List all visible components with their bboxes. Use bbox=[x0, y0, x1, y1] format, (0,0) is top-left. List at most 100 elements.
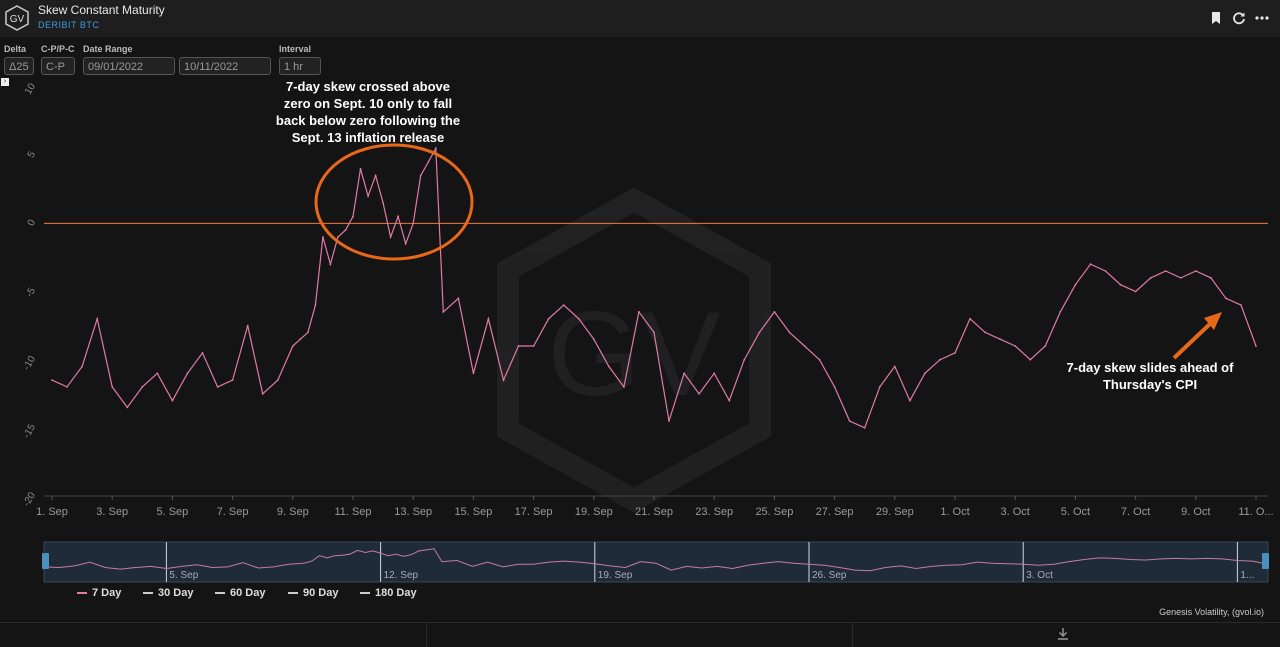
x-tick-label: 7. Oct bbox=[1121, 506, 1150, 518]
series-7-day-point bbox=[1194, 270, 1197, 272]
series-7-day-point bbox=[126, 406, 129, 409]
annotation-top-line-2: zero on Sept. 10 only to fall bbox=[284, 96, 452, 111]
series-7-day-point bbox=[547, 317, 550, 320]
series-7-day-point bbox=[291, 345, 294, 347]
legend-item-30-day[interactable]: 30 Day bbox=[143, 587, 193, 599]
x-tick-label: 1. Oct bbox=[940, 506, 969, 518]
series-7-day-point bbox=[878, 386, 881, 388]
series-7-day-point bbox=[261, 392, 264, 395]
watermark-text: GV bbox=[547, 287, 720, 421]
legend-swatch bbox=[77, 592, 87, 595]
legend-swatch bbox=[215, 592, 225, 595]
legend-item-180-day[interactable]: 180 Day bbox=[360, 587, 417, 599]
download-icon[interactable] bbox=[1056, 627, 1070, 644]
series-7-day-point bbox=[1044, 345, 1047, 347]
series-7-day-point bbox=[329, 263, 332, 266]
series-7-day-point bbox=[201, 352, 204, 354]
series-7-day-point bbox=[367, 195, 369, 198]
y-tick-label: -10 bbox=[21, 354, 38, 372]
navigator-tick-label: 19. Sep bbox=[598, 570, 633, 581]
x-tick-label: 5. Oct bbox=[1061, 506, 1090, 518]
x-tick-label: 21. Sep bbox=[635, 506, 673, 518]
series-7-day-point bbox=[954, 352, 956, 354]
series-7-day-point bbox=[638, 311, 640, 313]
x-tick-label: 5. Sep bbox=[156, 506, 188, 518]
series-7-day-point bbox=[141, 386, 144, 388]
series-7-day-point bbox=[397, 215, 399, 218]
series-7-day-point bbox=[382, 202, 384, 204]
series-7-day-point bbox=[1029, 358, 1032, 361]
legend-item-90-day[interactable]: 90 Day bbox=[288, 587, 338, 599]
navigator-tick-label: 3. Oct bbox=[1026, 570, 1053, 581]
series-7-day-point bbox=[434, 147, 437, 150]
series-7-day-point bbox=[51, 379, 53, 381]
series-7-day-point bbox=[322, 236, 324, 238]
series-7-day-point bbox=[1104, 270, 1107, 272]
legend-item-7-day[interactable]: 7 Day bbox=[77, 587, 121, 599]
x-tick-label: 13. Sep bbox=[394, 506, 432, 518]
series-7-day-point bbox=[66, 386, 68, 388]
series-7-day-point bbox=[81, 365, 83, 368]
legend-label: 180 Day bbox=[375, 587, 417, 599]
navigator-window[interactable] bbox=[43, 541, 1269, 583]
x-tick-label: 11. Sep bbox=[334, 506, 371, 518]
series-7-day-point bbox=[683, 372, 685, 375]
series-7-day-point bbox=[698, 392, 700, 395]
series-7-day-point bbox=[299, 338, 302, 341]
series-7-day-point bbox=[389, 236, 392, 238]
legend-label: 60 Day bbox=[230, 587, 266, 599]
series-7-day-point bbox=[359, 167, 362, 170]
y-tick-label: 0 bbox=[26, 217, 39, 228]
series-7-day-point bbox=[833, 386, 836, 388]
series-7-day-point bbox=[517, 345, 520, 347]
legend-item-60-day[interactable]: 60 Day bbox=[215, 587, 265, 599]
series-7-day-point bbox=[1225, 297, 1227, 300]
legend-label: 7 Day bbox=[92, 587, 122, 599]
series-7-day-point bbox=[412, 222, 415, 225]
series-7-day-point bbox=[276, 379, 279, 381]
x-tick-label: 29. Sep bbox=[876, 506, 914, 518]
series-7-day-point bbox=[216, 386, 219, 388]
highlight-ellipse bbox=[314, 143, 474, 261]
series-7-day-point bbox=[457, 297, 460, 300]
x-tick-label: 25. Sep bbox=[755, 506, 793, 518]
credit-text: Genesis Volatility, (gvol.io) bbox=[1159, 607, 1264, 617]
series-7-day-point bbox=[1179, 277, 1182, 279]
series-7-day-point bbox=[562, 304, 565, 306]
series-7-day-point bbox=[307, 331, 309, 334]
navigator-right-handle[interactable] bbox=[1262, 553, 1269, 569]
legend-swatch bbox=[288, 592, 298, 595]
series-7-day-point bbox=[186, 372, 189, 375]
series-7-day-point bbox=[1210, 277, 1212, 279]
y-tick-label: -5 bbox=[24, 286, 38, 300]
series-7-day-point bbox=[1059, 311, 1062, 313]
navigator-tick-label: 1... bbox=[1240, 570, 1254, 581]
series-7-day-point bbox=[111, 386, 114, 388]
series-7-day-point bbox=[743, 358, 746, 361]
y-tick-label: 10 bbox=[23, 81, 38, 97]
series-7-day-point bbox=[924, 372, 926, 375]
skew-chart: GV -20-15-10-50510 1. Sep 3. Sep 5. Sep 7. … bbox=[21, 79, 1274, 583]
series-7-day-point bbox=[171, 399, 174, 402]
y-tick-label: -15 bbox=[21, 422, 38, 440]
annotation-top-line-1: 7-day skew crossed above bbox=[286, 79, 450, 94]
series-7-day-point bbox=[1074, 283, 1077, 286]
x-tick-label: 17. Sep bbox=[515, 506, 553, 518]
legend-swatch bbox=[143, 592, 153, 595]
series-7-day-point bbox=[909, 399, 911, 402]
series-7-day-point bbox=[577, 317, 580, 320]
x-tick-label: 9. Sep bbox=[277, 506, 309, 518]
navigator-left-handle[interactable] bbox=[42, 553, 49, 569]
series-7-day-point bbox=[337, 236, 339, 238]
series-7-day-point bbox=[502, 379, 505, 381]
series-7-day-point bbox=[1240, 304, 1242, 306]
series-7-day-point bbox=[728, 399, 731, 402]
annotation-arrow bbox=[1172, 320, 1214, 360]
x-tick-label: 9. Oct bbox=[1181, 506, 1210, 518]
series-7-day-point bbox=[532, 345, 535, 347]
x-tick-label: 11. O... bbox=[1238, 506, 1273, 518]
footer-bar bbox=[0, 622, 1280, 647]
x-tick-label: 23. Sep bbox=[695, 506, 733, 518]
series-7-day-point bbox=[404, 242, 407, 245]
annotation-top-line-4: Sept. 13 inflation release bbox=[292, 130, 444, 145]
